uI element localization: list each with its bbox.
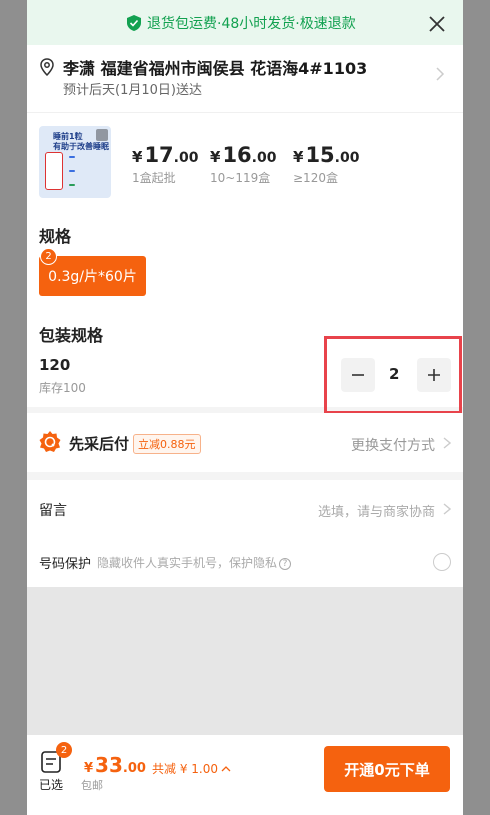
packaging-title: 包装规格 [39,326,104,345]
price-note: 10~119盒 [210,171,271,185]
spec-title: 规格 [39,227,72,246]
thumbnail-tag [69,184,75,186]
empty-area [27,587,463,735]
discount-detail[interactable]: 共减 ¥ 1.00 [152,760,231,777]
spec-count-badge: 2 [40,248,57,265]
discount-tag: 立减0.88元 [133,434,201,454]
shipping-address[interactable]: 李潇 福建省福州市闽侯县 花语海4#1103 预计后天(1月10日)送达 [27,45,463,112]
order-sheet: 退货包运费·48小时发货·极速退款 李潇 福建省福州市闽侯县 花语海4#1103… [27,0,463,815]
quantity-value[interactable]: 2 [389,365,399,383]
help-icon[interactable]: ? [279,557,292,570]
privacy-label: 号码保护 [39,557,92,572]
selected-label: 已选 [39,778,64,792]
shield-check-icon [127,15,141,31]
message-panel: 留言 选填，请与商家协商 号码保护 隐藏收件人真实手机号，保护隐私? [27,480,463,587]
total-price: ¥33.00 [84,753,146,777]
stock-count: 库存100 [39,381,86,395]
price-tier-1: ¥17.00 1盒起批 [132,143,199,185]
close-icon[interactable] [427,14,447,34]
banner-text: 退货包运费·48小时发货·极速退款 [147,16,356,32]
chevron-right-icon [436,67,445,81]
plus-icon [428,369,440,381]
message-input[interactable]: 选填，请与商家协商 [318,501,435,520]
privacy-hint: 隐藏收件人真实手机号，保护隐私? [97,554,292,571]
location-pin-icon [40,58,54,76]
place-order-button[interactable]: 开通0元下单 [324,746,450,792]
chevron-right-icon [443,503,451,515]
expand-icon[interactable] [96,129,108,141]
quantity-stepper: 2 [324,336,462,414]
pay-later-icon [39,431,61,452]
price-integer: 15 [305,143,335,167]
service-banner: 退货包运费·48小时发货·极速退款 [27,0,463,45]
payment-method-row[interactable]: 先采后付 立减0.88元 更换支付方式 [27,413,463,472]
chevron-right-icon [443,437,451,449]
price-tier-2: ¥16.00 10~119盒 [210,143,277,185]
message-label: 留言 [39,503,67,519]
thumbnail-tag [69,170,75,172]
pay-later-label: 先采后付 [69,435,130,453]
selected-count-badge: 2 [56,742,72,758]
price-note: 1盒起批 [132,171,176,185]
chevron-up-icon [221,766,231,772]
thumbnail-tag [69,156,75,158]
delivery-estimate: 预计后天(1月10日)送达 [63,83,202,98]
minus-icon [352,374,364,376]
change-payment-link[interactable]: 更换支付方式 [351,435,435,455]
price-integer: 17 [144,143,174,167]
packaging-value: 120 [39,356,71,374]
backdrop-left [0,0,27,815]
address-text: 李潇 福建省福州市闽侯县 花语海4#1103 [63,59,368,78]
bottle-image [45,152,63,190]
shipping-note: 包邮 [81,779,103,792]
product-panel: 睡前1粒 有助于改善睡眠 ¥17.00 1盒起批 ¥16.00 10~119盒 … [27,112,463,414]
backdrop-right [463,0,490,815]
price-integer: 16 [222,143,252,167]
price-note: ≥120盒 [293,171,338,185]
checkout-bar: 2 已选 ¥33.00 共减 ¥ 1.00 包邮 开通0元下单 [27,735,463,815]
increase-button[interactable] [417,358,451,392]
decrease-button[interactable] [341,358,375,392]
spec-option-chip[interactable]: 0.3g/片*60片 [39,256,146,296]
product-thumbnail[interactable]: 睡前1粒 有助于改善睡眠 [39,126,111,198]
price-tier-3: ¥15.00 ≥120盒 [293,143,360,185]
privacy-toggle[interactable] [433,553,451,571]
